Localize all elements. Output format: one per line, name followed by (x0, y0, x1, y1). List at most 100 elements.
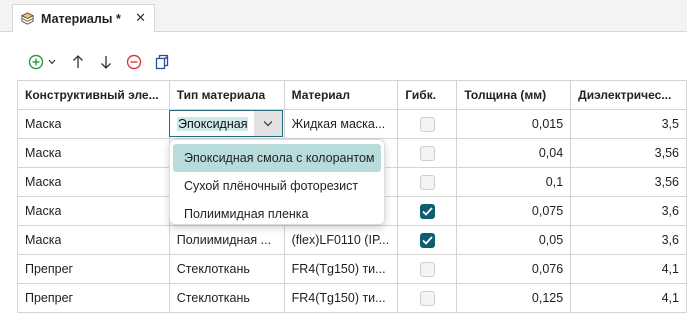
remove-circle-icon[interactable] (124, 52, 144, 72)
flexible-checkbox[interactable] (419, 232, 435, 248)
cell-element-text: Препрег (25, 262, 74, 276)
cell-element-text: Маска (25, 146, 62, 160)
table-header: Конструктивный эле... Тип материала Мате… (18, 81, 687, 110)
cell-flexible[interactable] (398, 110, 458, 139)
cell-element[interactable]: Маска (18, 139, 170, 168)
cell-dielectric-text: 3,5 (661, 117, 679, 131)
column-header[interactable]: Толщина (мм) (457, 81, 572, 110)
cell-material-text: FR4(Tg150) ти... (291, 291, 386, 305)
cell-thickness[interactable]: 0,1 (457, 168, 572, 197)
chevron-down-icon[interactable] (254, 111, 282, 136)
copy-icon[interactable] (152, 52, 172, 72)
cell-thickness-text: 0,1 (545, 175, 564, 189)
cell-material-type[interactable]: Стеклоткань (169, 284, 285, 313)
cell-material-text: Жидкая маска... (291, 117, 386, 131)
column-header[interactable]: Гибк. (398, 81, 458, 110)
cell-element-text: Маска (25, 204, 62, 218)
column-header[interactable]: Диэлектричес... (571, 81, 687, 110)
cell-element-text: Маска (25, 233, 62, 247)
cell-material-type[interactable]: Полиимидная ... (169, 226, 285, 255)
cell-thickness-text: 0,075 (531, 204, 564, 218)
cell-material-type-text: Стеклоткань (176, 291, 250, 305)
cell-dielectric[interactable]: 3,6 (571, 226, 687, 255)
cell-flexible[interactable] (398, 139, 458, 168)
cell-dielectric-text: 4,1 (661, 291, 679, 305)
cell-thickness[interactable]: 0,125 (457, 284, 572, 313)
cell-dielectric[interactable]: 4,1 (571, 284, 687, 313)
cell-thickness[interactable]: 0,015 (457, 110, 572, 139)
cell-element[interactable]: Маска (18, 110, 170, 139)
cell-element[interactable]: Препрег (18, 255, 170, 284)
cell-element[interactable]: Маска (18, 226, 170, 255)
dropdown-option[interactable]: Эпоксидная смола с колорантом (173, 144, 381, 172)
tab-bar: Материалы * ✕ (0, 0, 687, 32)
material-type-combobox[interactable]: Эпоксидная (169, 110, 283, 137)
cell-dielectric-text: 3,6 (661, 204, 679, 218)
cell-thickness-text: 0,05 (538, 233, 564, 247)
cell-element-text: Маска (25, 175, 62, 189)
flexible-checkbox[interactable] (419, 145, 435, 161)
cell-flexible[interactable] (398, 197, 458, 226)
table-row[interactable]: Маска Эпоксидная Жидкая маска... 0,015 3,5 (18, 110, 687, 139)
cell-element-text: Препрег (25, 291, 74, 305)
cell-thickness[interactable]: 0,04 (457, 139, 572, 168)
cell-material[interactable]: FR4(Tg150) ти... (284, 255, 399, 284)
cell-dielectric-text: 3,56 (654, 175, 679, 189)
cell-material-type[interactable]: Стеклоткань (169, 255, 285, 284)
cell-thickness[interactable]: 0,075 (457, 197, 572, 226)
combo-value: Эпоксидная (177, 116, 249, 131)
cell-material-type-text: Полиимидная ... (176, 233, 272, 247)
add-circle-icon[interactable] (26, 52, 46, 72)
cell-material-text: FR4(Tg150) ти... (291, 262, 386, 276)
materials-stack-icon (19, 11, 35, 27)
column-header[interactable]: Материал (284, 81, 399, 110)
table-row[interactable]: Препрег Стеклоткань FR4(Tg150) ти... 0,076 4… (18, 255, 687, 284)
tab-materials[interactable]: Материалы * ✕ (12, 4, 155, 32)
flexible-checkbox[interactable] (419, 203, 435, 219)
cell-material-type-text: Стеклоткань (176, 262, 250, 276)
arrow-up-icon[interactable] (68, 52, 88, 72)
cell-flexible[interactable] (398, 284, 458, 313)
cell-thickness[interactable]: 0,05 (457, 226, 572, 255)
cell-dielectric-text: 3,6 (661, 233, 679, 247)
cell-dielectric[interactable]: 3,5 (571, 110, 687, 139)
table-row[interactable]: Маска Полиимидная ... (flex)LF0110 (IP... 0… (18, 226, 687, 255)
flexible-checkbox[interactable] (419, 261, 435, 277)
cell-dielectric[interactable]: 3,56 (571, 168, 687, 197)
cell-dielectric[interactable]: 3,56 (571, 139, 687, 168)
cell-element[interactable]: Препрег (18, 284, 170, 313)
cell-thickness-text: 0,04 (538, 146, 564, 160)
cell-flexible[interactable] (398, 168, 458, 197)
cell-dielectric[interactable]: 3,6 (571, 197, 687, 226)
toolbar (26, 52, 172, 72)
cell-material[interactable]: (flex)LF0110 (IP... (284, 226, 399, 255)
dropdown-option[interactable]: Сухой плёночный фоторезист (173, 172, 381, 200)
cell-element[interactable]: Маска (18, 168, 170, 197)
flexible-checkbox[interactable] (419, 174, 435, 190)
cell-material[interactable]: Жидкая маска... (284, 110, 399, 139)
column-header[interactable]: Конструктивный эле... (18, 81, 170, 110)
arrow-down-icon[interactable] (96, 52, 116, 72)
cell-element[interactable]: Маска (18, 197, 170, 226)
column-header[interactable]: Тип материала (169, 81, 285, 110)
table-row[interactable]: Препрег Стеклоткань FR4(Tg150) ти... 0,125 4… (18, 284, 687, 313)
cell-dielectric[interactable]: 4,1 (571, 255, 687, 284)
cell-thickness[interactable]: 0,076 (457, 255, 572, 284)
material-type-dropdown: Эпоксидная смола с колорантом Сухой плён… (169, 139, 385, 225)
tab-title: Материалы * (41, 11, 121, 26)
cell-flexible[interactable] (398, 255, 458, 284)
cell-element-text: Маска (25, 117, 62, 131)
cell-thickness-text: 0,076 (531, 262, 564, 276)
cell-flexible[interactable] (398, 226, 458, 255)
cell-dielectric-text: 3,56 (654, 146, 679, 160)
chevron-down-icon[interactable] (46, 52, 58, 72)
cell-thickness-text: 0,125 (531, 291, 564, 305)
cell-material-text: (flex)LF0110 (IP... (291, 233, 390, 247)
close-icon[interactable]: ✕ (135, 10, 146, 26)
dropdown-option[interactable]: Полиимидная пленка (173, 200, 381, 228)
flexible-checkbox[interactable] (419, 290, 435, 306)
flexible-checkbox[interactable] (419, 116, 435, 132)
cell-material[interactable]: FR4(Tg150) ти... (284, 284, 399, 313)
cell-dielectric-text: 4,1 (661, 262, 679, 276)
cell-thickness-text: 0,015 (531, 117, 564, 131)
